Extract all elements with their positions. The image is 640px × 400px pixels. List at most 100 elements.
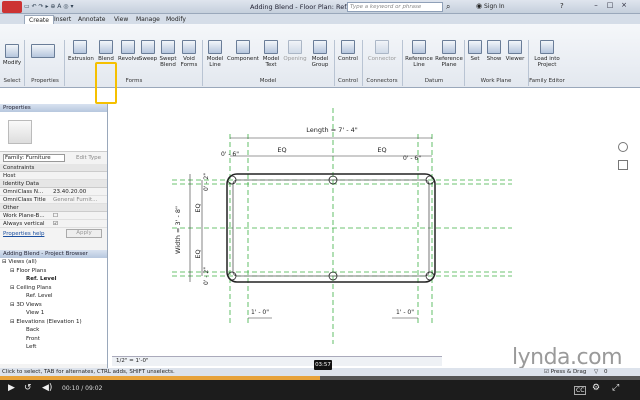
sweep-button[interactable]: Sweep: [138, 40, 158, 62]
family-select[interactable]: Family: Furniture: [3, 154, 65, 162]
family-types-button[interactable]: [28, 44, 58, 60]
offset-dimension-label[interactable]: 0' - 6": [221, 151, 239, 158]
property-value[interactable]: 23.40.20.00: [53, 189, 86, 195]
tree-item-label: 3D Views: [16, 301, 42, 308]
one-foot-dimension-label[interactable]: 1' - 0": [251, 309, 269, 316]
model-line-button[interactable]: Model Line: [204, 40, 226, 68]
properties-help-link[interactable]: Properties help: [3, 231, 44, 237]
tree-item[interactable]: View 1: [2, 309, 107, 318]
model-group-button[interactable]: Model Group: [308, 40, 332, 68]
viewer-button[interactable]: Viewer: [504, 40, 526, 62]
offset-dimension-label[interactable]: 0' - 2": [203, 173, 210, 191]
offset-dimension-label[interactable]: 0' - 2": [203, 267, 210, 285]
edit-type-button[interactable]: Edit Type: [76, 155, 101, 161]
property-row-omniclass-title[interactable]: OmniClass Title General Furnit...: [0, 196, 107, 204]
eq-label[interactable]: EQ: [377, 146, 386, 154]
search-input[interactable]: Type a keyword or phrase: [347, 2, 443, 12]
tree-item[interactable]: ⊟ Floor Plans: [2, 267, 107, 276]
floor-plan-drawing[interactable]: Length = 7' - 4" EQ EQ 0' - 6" 0' - 6" W…: [112, 104, 620, 366]
extrusion-button[interactable]: Extrusion: [68, 40, 94, 62]
opening-button[interactable]: Opening: [283, 40, 307, 62]
identity-data-section[interactable]: Identity Data: [0, 180, 107, 188]
blend-button[interactable]: Blend: [95, 40, 117, 62]
other-section[interactable]: Other: [0, 204, 107, 212]
width-dimension-label[interactable]: Width = 3' - 8": [174, 206, 182, 254]
tab-manage[interactable]: Manage: [132, 15, 164, 24]
reference-line-button[interactable]: Reference Line: [404, 40, 434, 68]
connector-button[interactable]: Connector: [366, 40, 398, 62]
cc-button[interactable]: CC: [574, 386, 587, 395]
blend-base-outline[interactable]: [226, 173, 436, 283]
reference-planes[interactable]: [172, 108, 512, 344]
checkbox-checked-icon[interactable]: ☑: [53, 221, 58, 227]
tree-item[interactable]: Back: [2, 326, 107, 335]
property-row-omniclass-number[interactable]: OmniClass N... 23.40.20.00: [0, 188, 107, 196]
reference-line-label: Reference Line: [405, 56, 433, 68]
show-label: Show: [486, 56, 502, 62]
filter-icon[interactable]: ▽: [594, 369, 598, 375]
modify-button[interactable]: Modify: [2, 44, 22, 66]
eq-label[interactable]: EQ: [277, 146, 286, 154]
tree-item[interactable]: ⊟ Ceiling Plans: [2, 284, 107, 293]
property-row-work-plane[interactable]: Work Plane-B... ☐: [0, 212, 107, 220]
checkbox-icon[interactable]: ☐: [53, 213, 58, 219]
play-icon[interactable]: ▶: [8, 383, 15, 393]
tree-item[interactable]: ⊟ Elevations (Elevation 1): [2, 318, 107, 327]
work-plane-panel-label: Work Plane: [480, 78, 512, 84]
control-button[interactable]: Control: [336, 40, 360, 62]
tree-item[interactable]: Front: [2, 335, 107, 344]
navigation-bar[interactable]: [616, 140, 630, 250]
zoom-icon[interactable]: [618, 160, 628, 170]
scale-label[interactable]: 1/2" = 1'-0": [116, 358, 149, 364]
close-icon[interactable]: ×: [618, 1, 630, 12]
tree-item[interactable]: ⊟ Views (all): [2, 258, 107, 267]
eq-label[interactable]: EQ: [194, 203, 202, 212]
one-foot-dimension-label[interactable]: 1' - 0": [396, 309, 414, 316]
corner-circles[interactable]: [227, 175, 435, 281]
press-drag-checkbox[interactable]: ☑ Press & Drag: [544, 369, 586, 375]
fullscreen-icon[interactable]: ⤢: [612, 383, 619, 393]
tab-annotate[interactable]: Annotate: [74, 15, 109, 24]
rewind-icon[interactable]: ↺: [24, 383, 32, 393]
divider: [202, 40, 203, 86]
offset-dimension-label[interactable]: 0' - 6": [403, 155, 421, 162]
length-dimension-label[interactable]: Length = 7' - 4": [306, 126, 358, 134]
swept-blend-button[interactable]: Swept Blend: [158, 40, 178, 68]
constraints-section[interactable]: Constraints: [0, 164, 107, 172]
load-into-project-button[interactable]: Load into Project: [530, 40, 564, 68]
quick-access-toolbar[interactable]: ▭ ↶ ↷ ▸ ⊕ A ◎ ▾: [24, 3, 73, 10]
void-forms-button[interactable]: Void Forms: [179, 40, 199, 68]
help-icon[interactable]: ?: [560, 2, 564, 10]
divider: [464, 40, 465, 86]
tab-modify[interactable]: Modify: [162, 15, 190, 24]
drawing-canvas[interactable]: Length = 7' - 4" EQ EQ 0' - 6" 0' - 6" W…: [112, 104, 620, 366]
tree-item[interactable]: Ref. Level: [2, 292, 107, 301]
eq-label[interactable]: EQ: [194, 249, 202, 258]
reference-plane-button[interactable]: Reference Plane: [434, 40, 464, 68]
tab-insert[interactable]: Insert: [50, 15, 75, 24]
family-editor-panel-label: Family Editor: [529, 78, 565, 84]
maximize-icon[interactable]: □: [604, 1, 616, 12]
property-value[interactable]: General Furnit...: [53, 197, 97, 203]
sweep-label: Sweep: [138, 56, 158, 62]
minimize-icon[interactable]: –: [590, 1, 602, 12]
search-icon[interactable]: ⌕: [446, 2, 450, 12]
apply-button[interactable]: Apply: [66, 229, 102, 238]
revolve-button[interactable]: Revolve: [118, 40, 140, 62]
steering-wheel-icon[interactable]: [618, 142, 628, 152]
set-button[interactable]: Set: [466, 40, 484, 62]
application-menu-button[interactable]: [2, 1, 22, 13]
reference-plane-label: Reference Plane: [435, 56, 463, 68]
model-text-button[interactable]: Model Text: [260, 40, 282, 68]
tree-item[interactable]: ⊟ 3D Views: [2, 301, 107, 310]
tab-view[interactable]: View: [110, 15, 132, 24]
settings-icon[interactable]: ⚙: [592, 383, 600, 393]
volume-icon[interactable]: ◀): [42, 383, 52, 393]
show-button[interactable]: Show: [484, 40, 504, 62]
property-row-always-vertical[interactable]: Always vertical ☑: [0, 220, 107, 228]
tree-item-selected[interactable]: Ref. Level: [2, 275, 107, 284]
sign-in-link[interactable]: Sign In: [484, 3, 505, 10]
component-button[interactable]: Component: [226, 40, 260, 62]
control-label: Control: [338, 56, 358, 62]
tree-item[interactable]: Left: [2, 343, 107, 352]
